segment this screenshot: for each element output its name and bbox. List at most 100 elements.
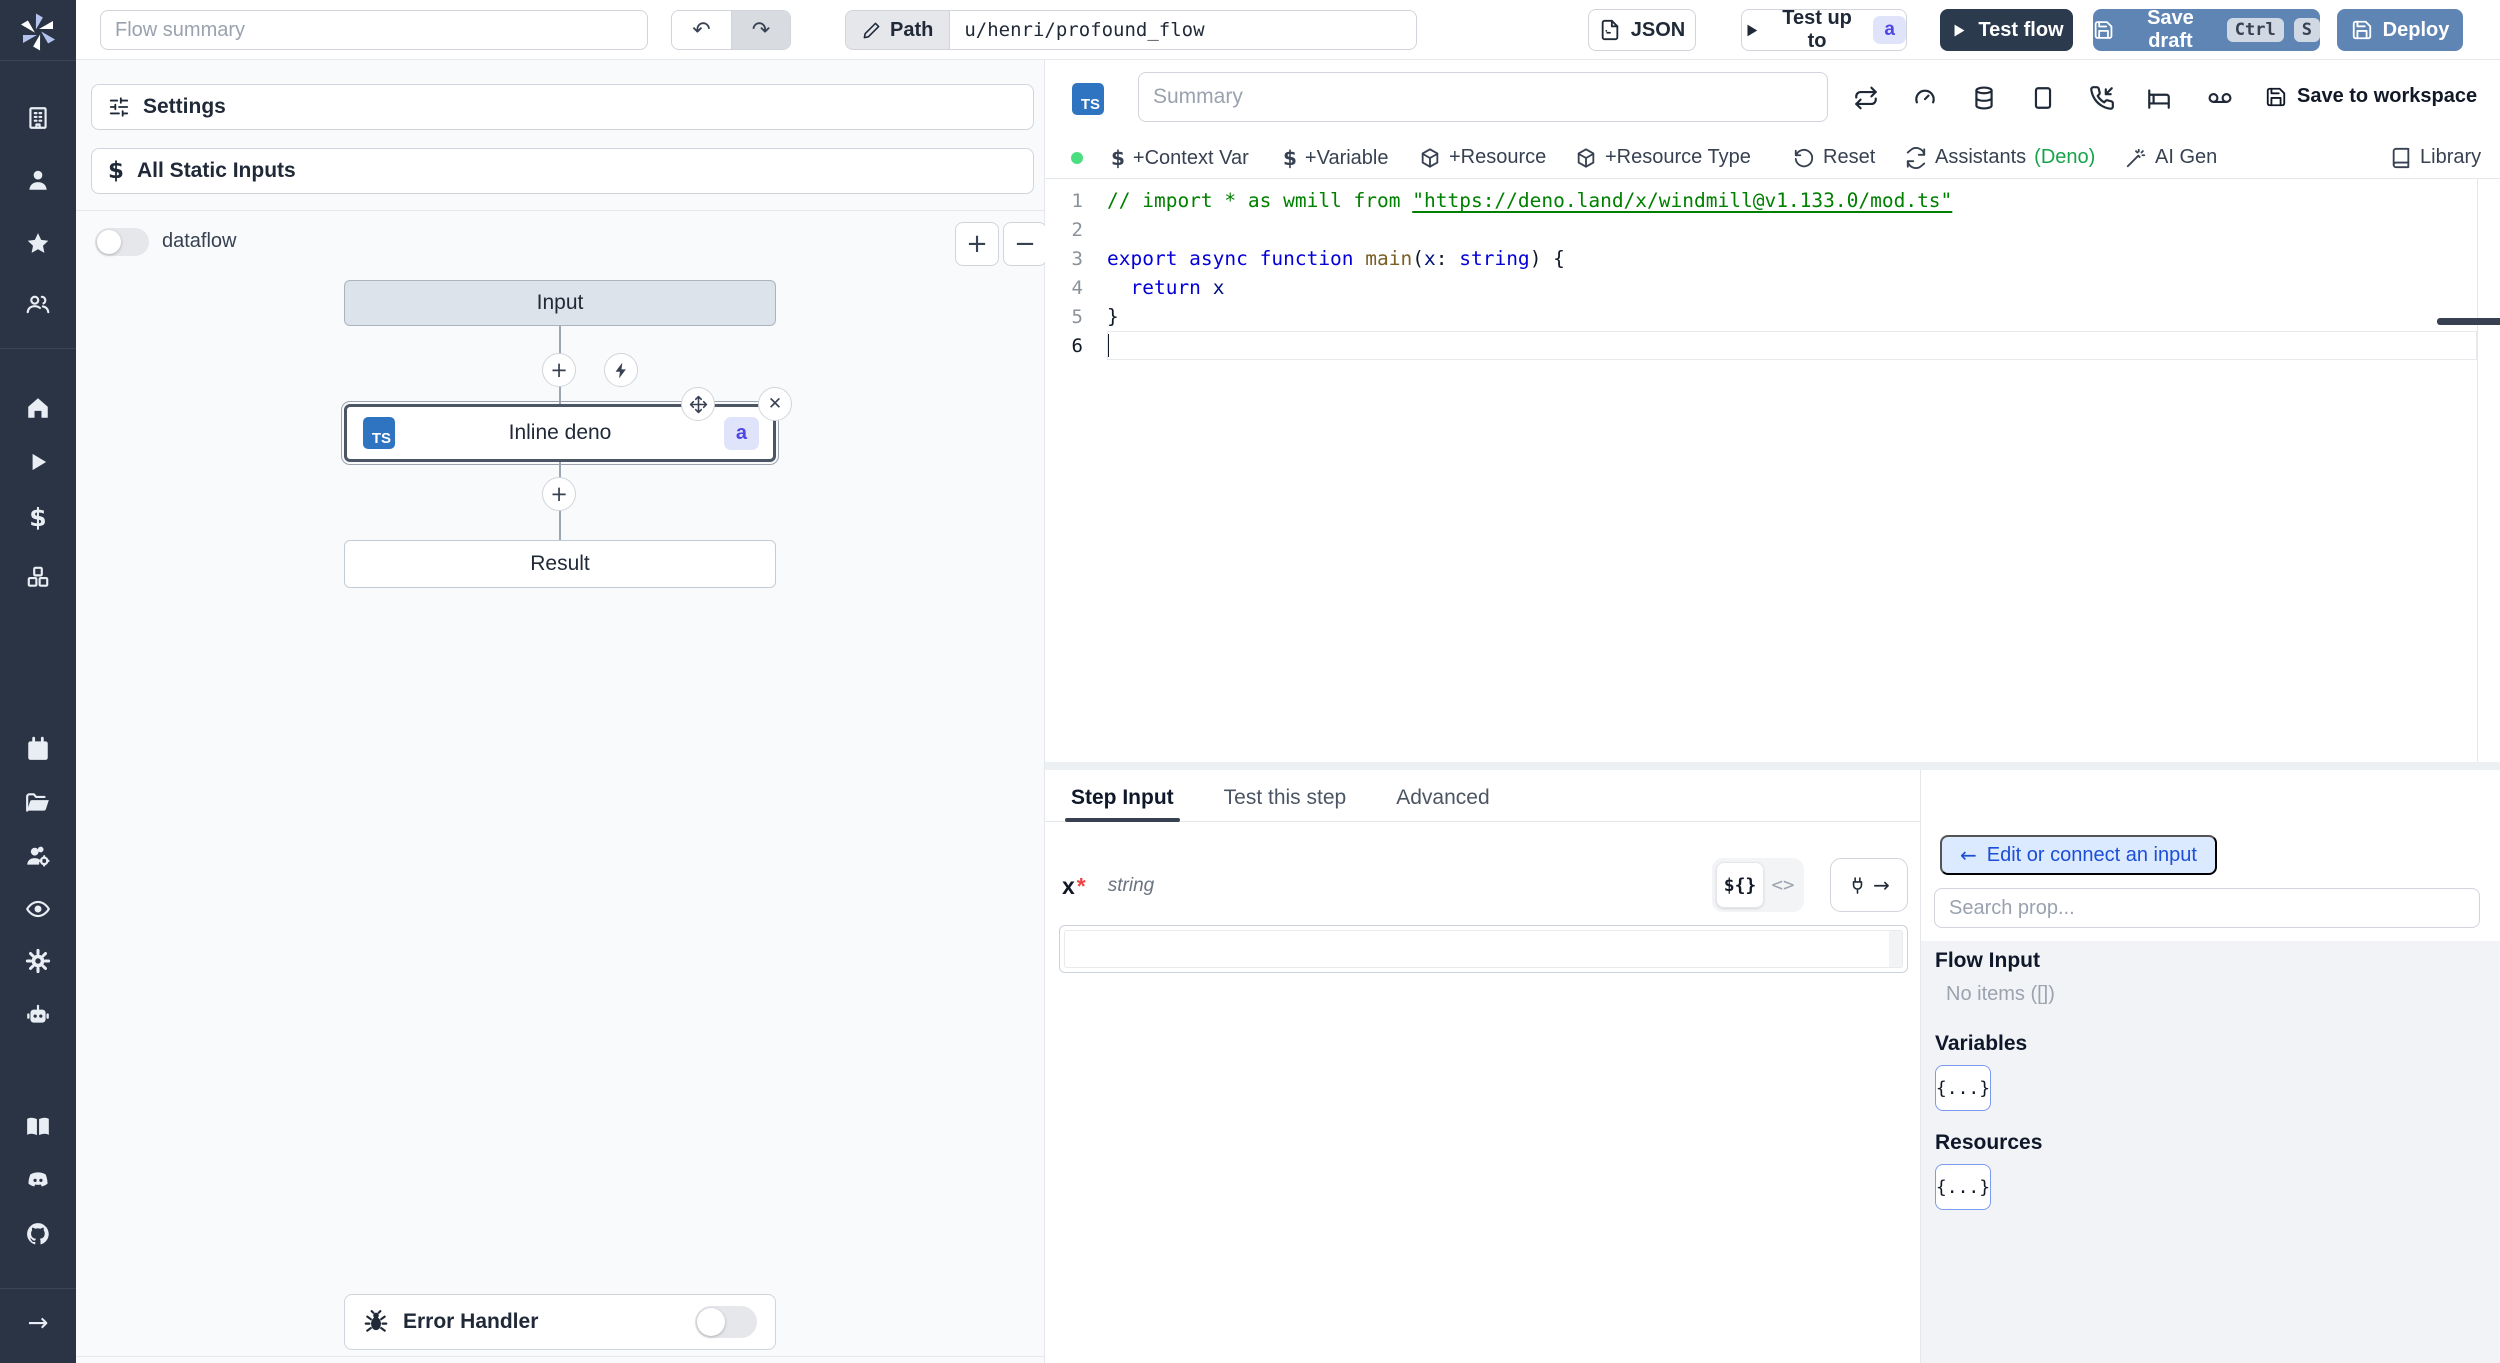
trigger-bolt-button[interactable] <box>604 353 638 387</box>
sleep-bed-icon[interactable] <box>2146 85 2172 111</box>
audit-eye-icon[interactable] <box>25 896 51 922</box>
deploy-button[interactable]: Deploy <box>2337 9 2463 51</box>
expr-mode-button[interactable]: ${} <box>1716 862 1764 908</box>
zoom-out-button[interactable]: − <box>1003 222 1047 266</box>
step-input-value-editor[interactable] <box>1059 925 1908 973</box>
flow-input-section-title: Flow Input <box>1935 949 2040 972</box>
folders-icon[interactable] <box>25 790 51 816</box>
add-context-var-button[interactable]: $ +Context Var <box>1111 146 1249 170</box>
concurrency-gauge-icon[interactable] <box>1912 85 1938 111</box>
save-to-workspace-button[interactable]: Save to workspace <box>2265 85 2477 108</box>
user-icon[interactable] <box>25 167 51 193</box>
horizontal-splitter[interactable] <box>1045 762 2500 770</box>
assistants-lang-label: (Deno) <box>2034 146 2096 168</box>
bot-icon[interactable] <box>25 1002 51 1028</box>
test-up-to-button[interactable]: Test up to a <box>1741 7 1907 52</box>
dollar-icon: $ <box>1111 146 1125 170</box>
add-step-button[interactable]: + <box>542 477 576 511</box>
plug-icon <box>1852 876 1863 894</box>
tab-advanced[interactable]: Advanced <box>1396 774 1489 821</box>
zoom-in-button[interactable]: + <box>955 222 999 266</box>
code-line[interactable]: 6 <box>1045 331 2477 360</box>
path-input[interactable] <box>949 10 1418 50</box>
variables-object-button[interactable]: {...} <box>1935 1065 1991 1111</box>
phone-incoming-icon[interactable] <box>2089 85 2115 111</box>
path-edit-button[interactable]: Path <box>845 10 950 50</box>
users-icon[interactable] <box>25 291 51 317</box>
code-line[interactable]: 4 return x <box>1045 273 2477 302</box>
redo-button[interactable]: ↷ <box>731 11 790 49</box>
ai-gen-button[interactable]: AI Gen <box>2125 146 2217 169</box>
github-icon[interactable] <box>25 1221 51 1247</box>
windmill-logo[interactable] <box>18 12 58 52</box>
play-icon <box>1747 24 1758 36</box>
home-icon[interactable] <box>25 395 51 421</box>
reset-button[interactable]: Reset <box>1793 146 1875 169</box>
flow-summary-input[interactable] <box>100 10 648 50</box>
schedules-calendar-icon[interactable] <box>25 736 51 762</box>
flow-panel: Settings $ All Static Inputs dataflow + … <box>76 60 1047 1363</box>
code-lines[interactable]: 1// import * as wmill from "https://deno… <box>1045 186 2477 360</box>
library-button[interactable]: Library <box>2390 146 2481 169</box>
settings-gear-icon[interactable] <box>25 948 51 974</box>
code-line[interactable]: 2 <box>1045 215 2477 244</box>
add-resource-button[interactable]: +Resource <box>1419 146 1546 169</box>
flow-input-node[interactable]: Input <box>344 280 776 326</box>
code-line[interactable]: 5} <box>1045 302 2477 331</box>
runs-play-icon[interactable] <box>25 449 51 475</box>
code-line[interactable]: 3 export async function main(x: string) { <box>1045 244 2477 273</box>
test-flow-button[interactable]: Test flow <box>1940 9 2073 51</box>
add-step-button[interactable]: + <box>542 353 576 387</box>
undo-button[interactable]: ↶ <box>672 11 731 49</box>
save-draft-button[interactable]: Save draft Ctrl S <box>2093 7 2320 52</box>
dataflow-toggle[interactable] <box>95 228 149 256</box>
resources-boxes-icon[interactable] <box>25 564 51 590</box>
step-node-title: Inline deno <box>508 421 612 444</box>
editor-right-border <box>2477 179 2478 762</box>
star-icon[interactable] <box>25 231 51 257</box>
code-line[interactable]: 1// import * as wmill from "https://deno… <box>1045 186 2477 215</box>
play-icon <box>1954 24 1965 36</box>
retry-repeat-icon[interactable] <box>1853 85 1879 111</box>
connect-props-panel: Flow Input No items ([]) Variables {...}… <box>1921 941 2500 1363</box>
mini-editor-scrollbar[interactable] <box>1889 931 1902 967</box>
edit-or-connect-input-button[interactable]: ← Edit or connect an input <box>1940 835 2217 875</box>
variables-dollar-icon[interactable]: $ <box>25 505 51 531</box>
add-resource-type-button[interactable]: +Resource Type <box>1575 146 1751 169</box>
docs-book-icon[interactable] <box>25 1114 51 1140</box>
cache-database-icon[interactable] <box>1971 85 1997 111</box>
discord-icon[interactable] <box>25 1167 51 1193</box>
tab-test-this-step[interactable]: Test this step <box>1224 774 1347 821</box>
sidebar: $ → <box>0 0 76 1363</box>
editor-panel: TS Save to workspace $+Context Var $+Var… <box>1045 60 2500 1363</box>
topbar: ↶ ↷ Path JSON Test up to a Test flow Sav… <box>76 0 2500 60</box>
all-static-inputs-label: All Static Inputs <box>137 159 296 182</box>
flow-result-node-label: Result <box>530 552 590 575</box>
add-variable-button[interactable]: $ +Variable <box>1283 146 1389 170</box>
tab-step-input[interactable]: Step Input <box>1065 774 1180 822</box>
connect-input-plug-button[interactable]: → <box>1830 858 1908 912</box>
window-rect-icon[interactable] <box>2030 85 2056 111</box>
all-static-inputs-button[interactable]: $ All Static Inputs <box>91 148 1034 194</box>
dollar-icon: $ <box>108 158 125 184</box>
code-mode-button[interactable]: <> <box>1766 874 1800 896</box>
assistants-button[interactable]: Assistants (Deno) <box>1905 146 2095 169</box>
json-button[interactable]: JSON <box>1588 9 1696 51</box>
voicemail-icon[interactable] <box>2207 85 2233 111</box>
arrow-left-icon: ← <box>1960 843 1977 867</box>
flow-result-node[interactable]: Result <box>344 540 776 588</box>
summary-input[interactable] <box>1138 72 1828 122</box>
flow-settings-button[interactable]: Settings <box>91 84 1034 130</box>
search-prop-input[interactable] <box>1934 888 2480 928</box>
field-name: x <box>1062 872 1075 899</box>
expand-sidebar-arrow-icon[interactable]: → <box>25 1310 51 1336</box>
move-step-button[interactable] <box>681 387 715 421</box>
error-handler-toggle[interactable] <box>695 1306 757 1338</box>
resources-object-button[interactable]: {...} <box>1935 1164 1991 1210</box>
workspace-building-icon[interactable] <box>25 105 51 131</box>
editor-scrollbar-handle[interactable] <box>2437 318 2500 325</box>
delete-step-button[interactable]: ✕ <box>758 387 792 421</box>
package-icon <box>1421 147 1439 168</box>
error-handler-box[interactable]: Error Handler <box>344 1294 776 1350</box>
worker-groups-users-cog-icon[interactable] <box>25 843 51 869</box>
